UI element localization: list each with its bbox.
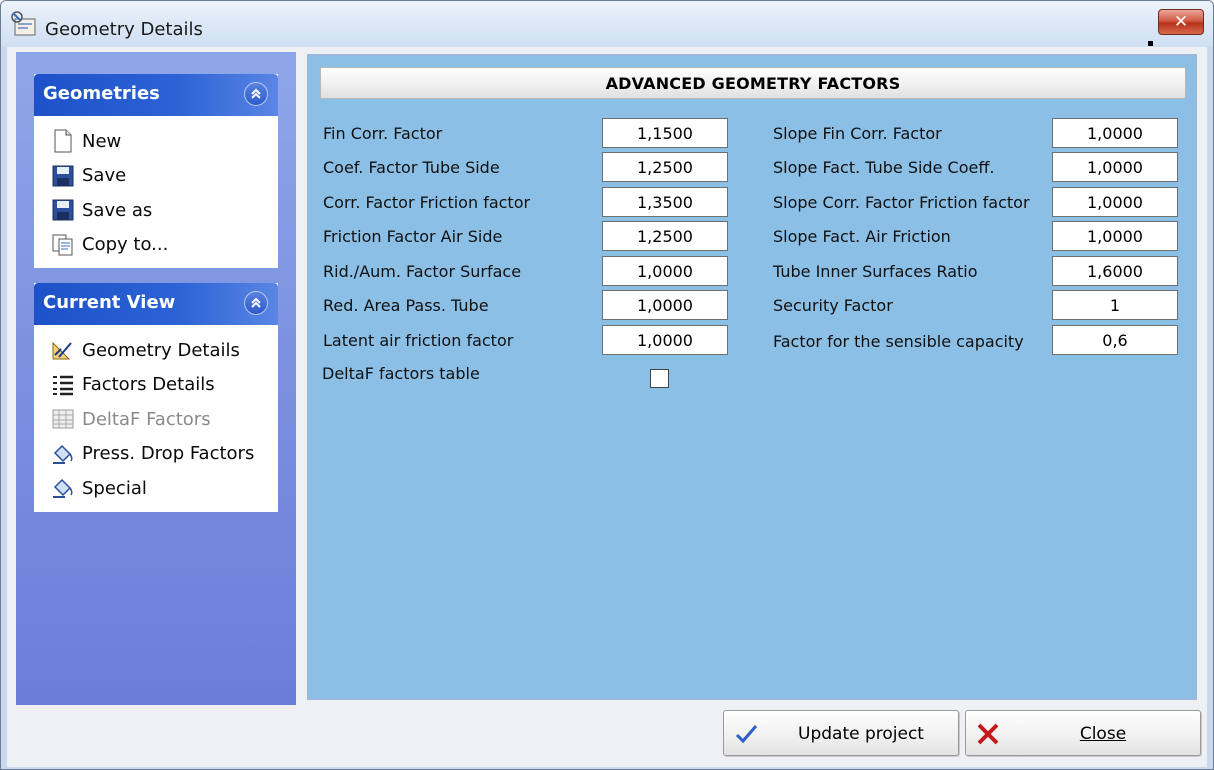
input-tube-inner-surfaces-ratio[interactable]: 1,6000: [1052, 256, 1178, 286]
label-friction-factor-air-side: Friction Factor Air Side: [323, 227, 503, 246]
paint-bucket-icon: [50, 475, 76, 501]
label-sensible-capacity-factor: Factor for the sensible capacity: [773, 332, 1024, 351]
numbered-list-icon: [50, 372, 76, 398]
ruler-square-icon: [50, 337, 76, 363]
current-view-group-body: Geometry Details Factors Details DeltaF …: [34, 325, 278, 512]
close-label-text: Close: [1079, 724, 1127, 744]
label-slope-fact-tube-side: Slope Fact. Tube Side Coeff.: [773, 158, 995, 177]
label-coef-factor-tube-side: Coef. Factor Tube Side: [323, 158, 500, 177]
new-document-icon: [50, 128, 76, 154]
input-corr-factor-friction[interactable]: 1,3500: [602, 187, 728, 217]
chevron-double-up-icon: [251, 88, 261, 99]
input-friction-factor-air-side[interactable]: 1,2500: [602, 221, 728, 251]
chevron-double-up-icon: [251, 297, 261, 308]
label-corr-factor-friction: Corr. Factor Friction factor: [323, 193, 531, 212]
label-rid-aum-factor-surface: Rid./Aum. Factor Surface: [323, 262, 522, 281]
current-view-group: Current View Geometry Details Factors De…: [34, 283, 278, 512]
sidebar-item-save-as[interactable]: Save as: [50, 193, 278, 228]
copy-icon: [50, 232, 76, 258]
input-security-factor[interactable]: 1: [1052, 290, 1178, 320]
close-label: Close: [1006, 724, 1200, 744]
deltaf-factors-checkbox[interactable]: [650, 369, 669, 388]
sidebar-item-label: Save as: [82, 199, 153, 221]
sidebar-item-label: DeltaF Factors: [82, 408, 211, 430]
update-project-label: Update project: [798, 724, 924, 744]
sidebar-item-label: Press. Drop Factors: [82, 443, 255, 465]
sidebar-item-factors-details[interactable]: Factors Details: [50, 368, 278, 403]
label-latent-air-friction: Latent air friction factor: [323, 331, 514, 350]
task-pane: Geometries New Save Save as Copy to... C…: [16, 52, 296, 705]
window-close-button[interactable]: ✕: [1158, 9, 1204, 35]
input-sensible-capacity-factor[interactable]: 0,6: [1052, 325, 1178, 355]
sidebar-item-new[interactable]: New: [50, 124, 278, 159]
sidebar-item-copy-to[interactable]: Copy to...: [50, 228, 278, 263]
sidebar-item-press-drop-factors[interactable]: Press. Drop Factors: [50, 437, 278, 472]
geometries-group: Geometries New Save Save as Copy to...: [34, 74, 278, 268]
current-view-group-title: Current View: [43, 292, 176, 313]
sidebar-item-label: Save: [82, 165, 127, 187]
label-slope-corr-factor-friction: Slope Corr. Factor Friction factor: [773, 193, 1030, 212]
floppy-disk-icon: [50, 197, 76, 223]
input-slope-fin-corr-factor[interactable]: 1,0000: [1052, 118, 1178, 148]
checkmark-icon: [735, 725, 758, 744]
input-slope-fact-tube-side[interactable]: 1,0000: [1052, 152, 1178, 182]
sidebar-item-label: Copy to...: [82, 234, 169, 256]
label-fin-corr-factor: Fin Corr. Factor: [323, 124, 443, 143]
floppy-disk-icon: [50, 163, 76, 189]
paint-bucket-icon: [50, 441, 76, 467]
sidebar-item-label: Geometry Details: [82, 339, 240, 361]
input-red-area-pass-tube[interactable]: 1,0000: [602, 290, 728, 320]
title-bar-marker: [1148, 41, 1153, 46]
current-view-group-header[interactable]: Current View: [34, 283, 278, 325]
close-icon: ✕: [1173, 12, 1189, 32]
geometries-group-header[interactable]: Geometries: [34, 74, 278, 116]
input-slope-corr-factor-friction[interactable]: 1,0000: [1052, 187, 1178, 217]
sidebar-item-label: New: [82, 130, 122, 152]
panel-header: ADVANCED GEOMETRY FACTORS: [320, 67, 1186, 99]
geometries-group-title: Geometries: [43, 83, 160, 104]
geometries-group-body: New Save Save as Copy to...: [34, 116, 278, 268]
label-slope-fact-air-friction: Slope Fact. Air Friction: [773, 227, 951, 246]
collapse-geometries-button[interactable]: [244, 82, 268, 106]
collapse-current-view-button[interactable]: [244, 291, 268, 315]
label-tube-inner-surfaces-ratio: Tube Inner Surfaces Ratio: [773, 262, 978, 281]
sidebar-item-label: Factors Details: [82, 374, 215, 396]
sidebar-item-deltaf-factors[interactable]: DeltaF Factors: [50, 402, 278, 437]
input-rid-aum-factor-surface[interactable]: 1,0000: [602, 256, 728, 286]
title-bar[interactable]: Geometry Details ✕: [1, 1, 1213, 47]
input-latent-air-friction[interactable]: 1,0000: [602, 325, 728, 355]
label-deltaf-factors-table: DeltaF factors table: [322, 364, 480, 383]
app-icon: [11, 11, 36, 36]
window-title: Geometry Details: [45, 19, 203, 40]
label-security-factor: Security Factor: [773, 296, 893, 315]
advanced-geometry-panel: ADVANCED GEOMETRY FACTORS Fin Corr. Fact…: [307, 54, 1197, 700]
sidebar-item-label: Special: [82, 477, 147, 499]
update-project-button[interactable]: Update project: [723, 710, 959, 756]
close-button[interactable]: Close: [965, 710, 1201, 756]
sidebar-item-geometry-details[interactable]: Geometry Details: [50, 333, 278, 368]
input-fin-corr-factor[interactable]: 1,1500: [602, 118, 728, 148]
geometry-details-window: Geometry Details ✕ Geometries New Save S…: [0, 0, 1214, 770]
red-x-icon: [977, 723, 999, 745]
client-area: Geometries New Save Save as Copy to... C…: [7, 47, 1207, 767]
label-red-area-pass-tube: Red. Area Pass. Tube: [323, 296, 489, 315]
table-grid-icon: [50, 406, 76, 432]
input-slope-fact-air-friction[interactable]: 1,0000: [1052, 221, 1178, 251]
sidebar-item-special[interactable]: Special: [50, 471, 278, 506]
label-slope-fin-corr-factor: Slope Fin Corr. Factor: [773, 124, 942, 143]
input-coef-factor-tube-side[interactable]: 1,2500: [602, 152, 728, 182]
sidebar-item-save[interactable]: Save: [50, 159, 278, 194]
